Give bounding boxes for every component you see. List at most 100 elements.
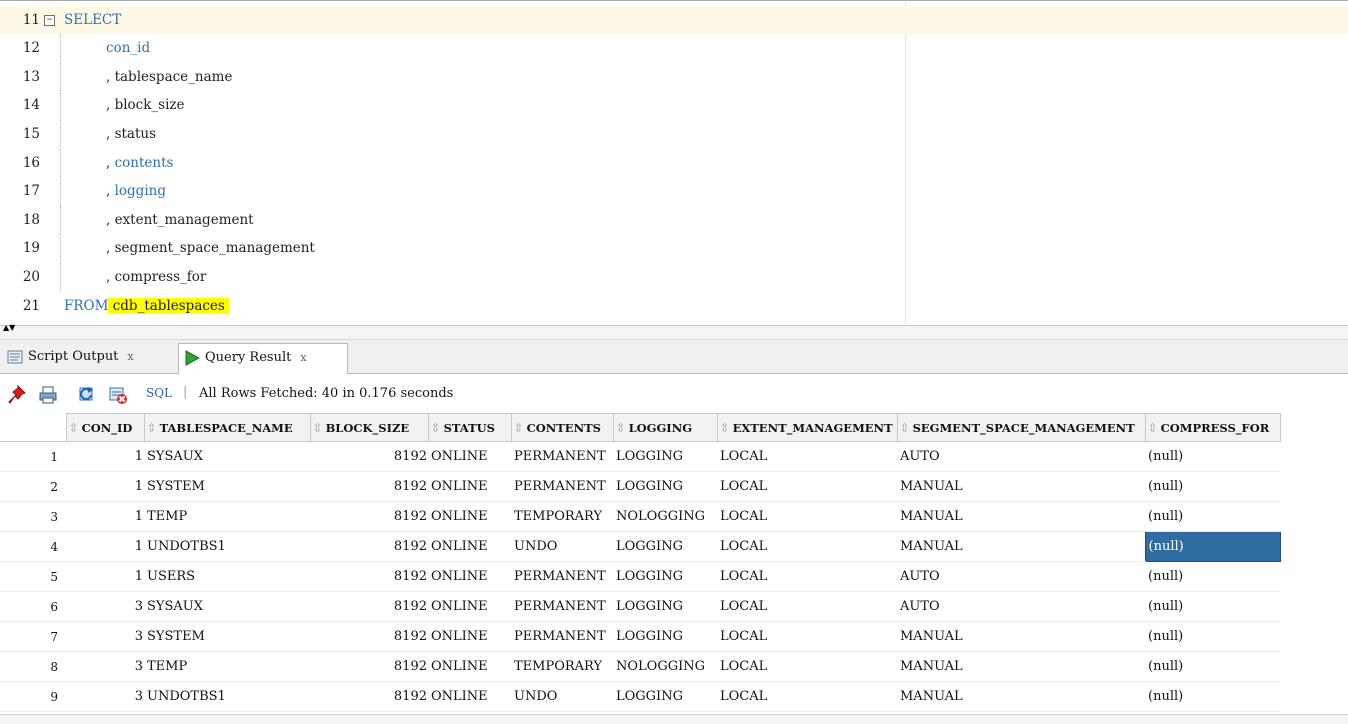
horizontal-scrollbar[interactable] [0, 714, 1348, 724]
print-icon[interactable] [38, 385, 58, 405]
table-row[interactable]: 6 3 SYSAUX 8192 ONLINE PERMANENT LOGGING LOCAL A… [0, 591, 1280, 622]
panel-splitter[interactable]: ▲▼ [0, 324, 1348, 340]
splitter-arrows-icon[interactable]: ▲▼ [3, 324, 15, 332]
code-line[interactable]: 16, contents [0, 148, 1348, 178]
table-cell[interactable]: 8192 [310, 561, 428, 592]
table-cell[interactable]: 8192 [310, 651, 428, 682]
row-number[interactable]: 1 [0, 441, 66, 472]
table-cell[interactable]: AUTO [897, 441, 1145, 472]
table-cell[interactable]: TEMPORARY [511, 651, 613, 682]
table-cell[interactable]: TEMP [144, 501, 310, 532]
table-cell[interactable]: UNDOTBS1 [144, 681, 310, 712]
table-cell[interactable]: ONLINE [428, 591, 511, 622]
code-line[interactable]: 17, logging [0, 177, 1348, 206]
table-cell[interactable]: LOCAL [717, 681, 897, 712]
column-header[interactable]: ⇳ COMPRESS_FOR [1144, 413, 1281, 442]
row-number[interactable]: 6 [0, 591, 66, 622]
row-number[interactable]: 5 [0, 561, 66, 592]
table-cell[interactable]: (null) [1145, 591, 1280, 622]
table-cell[interactable]: SYSTEM [144, 471, 310, 502]
code-line[interactable]: 20 , compress_for [0, 262, 1348, 292]
table-cell[interactable]: (null) [1145, 501, 1280, 532]
table-cell[interactable]: LOCAL [717, 441, 897, 472]
sort-icon[interactable]: ⇳ [69, 421, 79, 435]
table-row[interactable]: 1 1 SYSAUX 8192 ONLINE PERMANENT LOGGING LOCAL A… [0, 441, 1280, 472]
close-icon[interactable]: x [127, 350, 133, 363]
table-cell[interactable]: 3 [66, 621, 144, 652]
code-line[interactable]: 18 , extent_management [0, 205, 1348, 235]
table-cell[interactable]: 8192 [310, 681, 428, 712]
table-cell[interactable]: LOGGING [613, 471, 717, 502]
table-cell[interactable]: LOCAL [717, 561, 897, 592]
table-row[interactable]: 3 1 TEMP 8192 ONLINE TEMPORARY NOLOGGING LOCAL M… [0, 501, 1280, 532]
table-cell[interactable]: (null) [1145, 651, 1280, 682]
table-cell[interactable]: PERMANENT [511, 561, 613, 592]
table-cell[interactable]: ONLINE [428, 561, 511, 592]
selected-cell[interactable]: (null) [1144, 531, 1281, 562]
table-cell[interactable]: LOGGING [613, 441, 717, 472]
table-cell[interactable]: 8192 [310, 471, 428, 502]
table-row[interactable]: 5 1 USERS 8192 ONLINE PERMANENT LOGGING LOCAL AU… [0, 561, 1280, 592]
table-cell[interactable]: (null) [1145, 561, 1280, 592]
table-cell[interactable]: PERMANENT [511, 591, 613, 622]
sort-icon[interactable]: ⇳ [147, 421, 157, 435]
table-cell[interactable]: ONLINE [428, 441, 511, 472]
sort-icon[interactable]: ⇳ [514, 421, 524, 435]
table-cell[interactable]: TEMPORARY [511, 501, 613, 532]
table-cell[interactable]: NOLOGGING [613, 501, 717, 532]
table-cell[interactable]: SYSTEM [144, 621, 310, 652]
table-cell[interactable]: ONLINE [428, 681, 511, 712]
sort-icon[interactable]: ⇳ [720, 421, 730, 435]
table-cell[interactable]: LOCAL [717, 531, 897, 562]
column-header[interactable]: ⇳ EXTENT_MANAGEMENT [716, 413, 898, 442]
code-line[interactable]: 11− SELECT [0, 5, 1348, 35]
table-cell[interactable]: LOGGING [613, 621, 717, 652]
column-header[interactable]: ⇳ STATUS [427, 413, 512, 442]
table-cell[interactable]: 1 [66, 471, 144, 502]
table-cell[interactable]: MANUAL [897, 471, 1145, 502]
code-line[interactable]: 15 , status [0, 119, 1348, 149]
table-cell[interactable]: 8192 [310, 531, 428, 562]
tab-script-output[interactable]: Script Output x [2, 343, 174, 374]
table-cell[interactable]: AUTO [897, 561, 1145, 592]
table-cell[interactable]: 1 [66, 501, 144, 532]
sort-icon[interactable]: ⇳ [431, 421, 441, 435]
collapse-icon[interactable]: − [44, 14, 55, 26]
table-cell[interactable]: 3 [66, 651, 144, 682]
table-cell[interactable]: 3 [66, 681, 144, 712]
table-cell[interactable]: AUTO [897, 591, 1145, 622]
table-cell[interactable]: 8192 [310, 501, 428, 532]
pin-icon[interactable] [8, 385, 28, 405]
table-cell[interactable]: MANUAL [897, 651, 1145, 682]
row-number[interactable]: 8 [0, 651, 66, 682]
table-cell[interactable]: LOCAL [717, 501, 897, 532]
sort-icon[interactable]: ⇳ [616, 421, 626, 435]
code-line[interactable]: 12 con_id [0, 34, 1348, 63]
table-cell[interactable]: SYSAUX [144, 591, 310, 622]
table-cell[interactable]: (null) [1145, 471, 1280, 502]
column-header[interactable]: ⇳ LOGGING [612, 413, 718, 442]
table-cell[interactable]: MANUAL [897, 621, 1145, 652]
table-row[interactable]: 9 3 UNDOTBS1 8192 ONLINE UNDO LOGGING LOCAL MANU… [0, 681, 1280, 712]
table-cell[interactable]: LOGGING [613, 561, 717, 592]
code-line[interactable]: 13 , tablespace_name [0, 62, 1348, 92]
table-cell[interactable]: TEMP [144, 651, 310, 682]
table-cell[interactable]: LOCAL [717, 651, 897, 682]
row-number[interactable]: 9 [0, 681, 66, 712]
table-cell[interactable]: LOCAL [717, 591, 897, 622]
table-cell[interactable]: PERMANENT [511, 441, 613, 472]
table-cell[interactable]: ONLINE [428, 531, 511, 562]
cancel-query-icon[interactable] [108, 385, 128, 405]
table-cell[interactable]: UNDO [511, 681, 613, 712]
table-cell[interactable]: UNDO [511, 531, 613, 562]
table-cell[interactable]: LOGGING [613, 591, 717, 622]
code-line[interactable]: 21 FROM cdb_tablespaces [0, 292, 1348, 321]
column-header[interactable]: ⇳ CONTENTS [510, 413, 614, 442]
column-header[interactable]: ⇳ TABLESPACE_NAME [143, 413, 311, 442]
refresh-icon[interactable] [78, 385, 98, 405]
table-cell[interactable]: USERS [144, 561, 310, 592]
table-cell[interactable]: 1 [66, 561, 144, 592]
table-cell[interactable]: ONLINE [428, 621, 511, 652]
table-cell[interactable]: 3 [66, 591, 144, 622]
table-cell[interactable]: MANUAL [897, 681, 1145, 712]
